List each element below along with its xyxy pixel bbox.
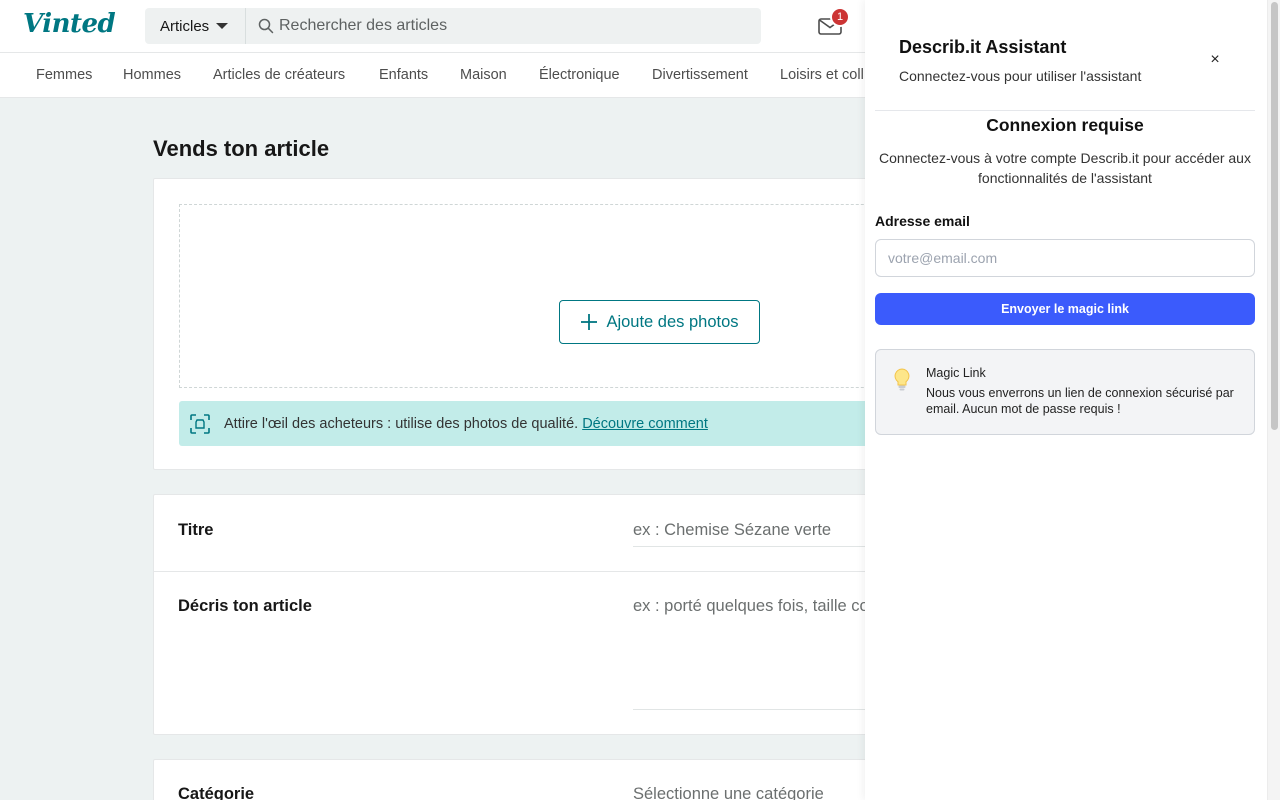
category-field-label: Catégorie [178,785,255,800]
search-bar: Articles [145,8,761,44]
search-icon [258,18,274,34]
assistant-panel: Describ.it Assistant Connectez-vous pour… [865,0,1267,800]
send-magic-link-button[interactable]: Envoyer le magic link [875,293,1255,325]
search-category-label: Articles [160,17,210,35]
details-card: Titre ex : Chemise Sézane verte Décris t… [153,494,914,735]
lightbulb-icon [894,368,910,391]
nav-item-loisirs[interactable]: Loisirs et coll [780,67,864,83]
tip-text: Attire l'œil des acheteurs : utilise des… [224,415,579,432]
email-field[interactable] [875,239,1255,277]
title-input[interactable]: ex : Chemise Sézane verte [633,521,865,540]
close-icon[interactable]: × [1205,50,1225,70]
title-field-label: Titre [178,521,214,539]
description-textarea[interactable]: ex : porté quelques fois, taille correct… [633,597,865,616]
page-title: Vends ton article [153,136,330,161]
page-scrollbar[interactable] [1267,0,1280,800]
nav-item-divertissement[interactable]: Divertissement [652,67,748,83]
magic-link-info: Magic Link Nous vous enverrons un lien d… [875,349,1255,435]
scan-photo-icon [190,413,210,434]
search-input[interactable] [279,8,749,44]
photo-dropzone[interactable]: Ajoute des photos [179,204,939,388]
nav-item-createurs[interactable]: Articles de créateurs [213,67,345,83]
panel-subtitle: Connectez-vous pour utiliser l'assistant [899,68,1142,84]
connect-description: Connectez-vous à votre compte Describ.it… [879,150,1251,186]
panel-divider [875,110,1255,111]
nav-item-electronique[interactable]: Électronique [539,67,620,83]
photos-card: Ajoute des photos Attire l'œil des achet… [153,178,939,470]
title-input-underline [633,546,873,547]
category-card: Catégorie Sélectionne une catégorie [153,759,913,800]
plus-icon [581,314,598,330]
connect-title: Connexion requise [986,115,1144,135]
description-underline [633,709,873,710]
nav-item-hommes[interactable]: Hommes [123,67,181,83]
nav-item-femmes[interactable]: Femmes [36,67,92,83]
search-category-dropdown[interactable]: Articles [145,8,246,44]
vinted-logo[interactable]: Vinted [23,9,116,39]
chevron-down-icon [216,23,229,29]
inbox-badge: 1 [830,7,850,27]
info-title: Magic Link [926,366,986,380]
nav-item-maison[interactable]: Maison [460,67,507,83]
description-field-label: Décris ton article [178,597,312,615]
scrollbar-thumb[interactable] [1271,2,1278,430]
panel-title: Describ.it Assistant [899,37,1067,57]
tip-link[interactable]: Découvre comment [582,416,708,432]
nav-item-enfants[interactable]: Enfants [379,67,428,83]
field-divider [154,571,914,572]
add-photos-button[interactable]: Ajoute des photos [559,300,760,344]
photo-tip-banner: Attire l'œil des acheteurs : utilise des… [179,401,919,446]
email-label: Adresse email [875,213,970,229]
info-text: Nous vous enverrons un lien de connexion… [926,386,1234,416]
add-photos-label: Ajoute des photos [606,312,739,331]
category-select[interactable]: Sélectionne une catégorie [633,785,865,800]
